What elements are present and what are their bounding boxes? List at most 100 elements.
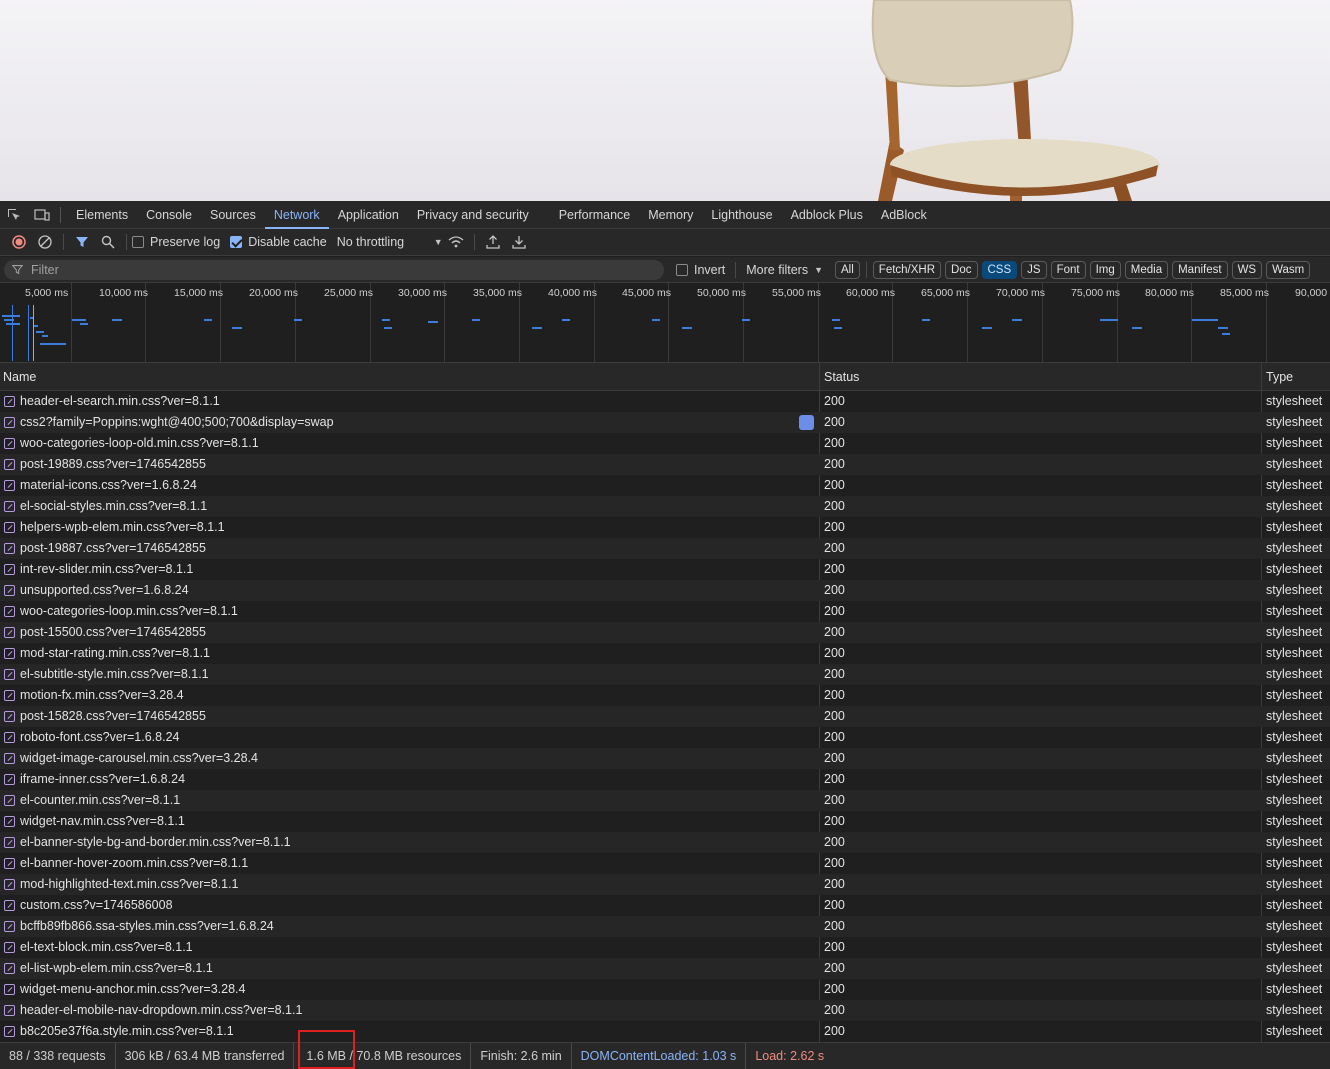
table-row[interactable]: b8c205e37f6a.style.min.css?ver=8.1.1 200 s… — [0, 1021, 1330, 1042]
tab-privacy-and-security[interactable]: Privacy and security — [408, 201, 538, 229]
request-name[interactable]: iframe-inner.css?ver=1.6.8.24 — [20, 769, 795, 790]
device-toolbar-icon[interactable] — [28, 201, 56, 229]
request-name[interactable]: post-15500.css?ver=1746542855 — [20, 622, 795, 643]
table-row[interactable]: header-el-mobile-nav-dropdown.min.css?ve… — [0, 1000, 1330, 1021]
table-row[interactable]: unsupported.css?ver=1.6.8.24 200 styleshee… — [0, 580, 1330, 601]
request-name[interactable]: header-el-search.min.css?ver=8.1.1 — [20, 391, 795, 412]
table-row[interactable]: woo-categories-loop-old.min.css?ver=8.1.… — [0, 433, 1330, 454]
column-header-name[interactable]: Name — [0, 363, 36, 391]
more-filters-dropdown[interactable]: More filters ▼ — [746, 263, 823, 277]
throttling-select[interactable]: No throttling ▼ — [337, 235, 443, 249]
request-name[interactable]: widget-menu-anchor.min.css?ver=3.28.4 — [20, 979, 795, 1000]
table-row[interactable]: post-15828.css?ver=1746542855 200 styleshe… — [0, 706, 1330, 727]
column-header-type[interactable]: Type — [1263, 363, 1293, 391]
request-name[interactable]: motion-fx.min.css?ver=3.28.4 — [20, 685, 795, 706]
table-row[interactable]: woo-categories-loop.min.css?ver=8.1.1 200… — [0, 601, 1330, 622]
request-name[interactable]: helpers-wpb-elem.min.css?ver=8.1.1 — [20, 517, 795, 538]
request-name[interactable]: woo-categories-loop.min.css?ver=8.1.1 — [20, 601, 795, 622]
tab-adblock-plus[interactable]: Adblock Plus — [782, 201, 872, 229]
filter-chip-media[interactable]: Media — [1124, 260, 1169, 279]
tab-adblock[interactable]: AdBlock — [872, 201, 936, 229]
import-har-icon[interactable] — [480, 229, 506, 255]
table-row[interactable]: el-social-styles.min.css?ver=8.1.1 200 sty… — [0, 496, 1330, 517]
disable-cache-checkbox[interactable]: Disable cache — [230, 235, 327, 249]
table-row[interactable]: post-15500.css?ver=1746542855 200 styleshe… — [0, 622, 1330, 643]
clear-icon[interactable] — [32, 229, 58, 255]
filter-chip-font[interactable]: Font — [1050, 260, 1086, 279]
tab-application[interactable]: Application — [329, 201, 408, 229]
table-row[interactable]: el-list-wpb-elem.min.css?ver=8.1.1 200 sty… — [0, 958, 1330, 979]
table-row[interactable]: el-banner-style-bg-and-border.min.css?ve… — [0, 832, 1330, 853]
tab-memory[interactable]: Memory — [639, 201, 702, 229]
disable-cache-box[interactable] — [230, 236, 243, 248]
tab-network[interactable]: Network — [264, 201, 329, 229]
request-name[interactable]: el-banner-hover-zoom.min.css?ver=8.1.1 — [20, 853, 795, 874]
table-row[interactable]: mod-highlighted-text.min.css?ver=8.1.1 20… — [0, 874, 1330, 895]
request-name[interactable]: widget-image-carousel.min.css?ver=3.28.4 — [20, 748, 795, 769]
tab-elements[interactable]: Elements — [67, 201, 137, 229]
request-name[interactable]: woo-categories-loop-old.min.css?ver=8.1.… — [20, 433, 795, 454]
invert-checkbox[interactable]: Invert — [676, 263, 725, 277]
search-icon[interactable] — [95, 229, 121, 255]
table-row[interactable]: material-icons.css?ver=1.6.8.24 200 styles… — [0, 475, 1330, 496]
request-name[interactable]: material-icons.css?ver=1.6.8.24 — [20, 475, 795, 496]
preserve-log-checkbox[interactable]: Preserve log — [132, 235, 220, 249]
filter-chip-all[interactable]: All — [835, 260, 860, 279]
table-row[interactable]: mod-star-rating.min.css?ver=8.1.1 200 styl… — [0, 643, 1330, 664]
filter-icon[interactable] — [69, 229, 95, 255]
network-overview-timeline[interactable]: 5,000 ms 10,000 ms 15,000 ms 20,000 ms 25,00… — [0, 283, 1330, 363]
table-row[interactable]: motion-fx.min.css?ver=3.28.4 200 styleshee… — [0, 685, 1330, 706]
request-name[interactable]: post-19889.css?ver=1746542855 — [20, 454, 795, 475]
request-name[interactable]: el-social-styles.min.css?ver=8.1.1 — [20, 496, 795, 517]
request-name[interactable]: header-el-mobile-nav-dropdown.min.css?ve… — [20, 1000, 795, 1021]
request-name[interactable]: int-rev-slider.min.css?ver=8.1.1 — [20, 559, 795, 580]
table-row[interactable]: int-rev-slider.min.css?ver=8.1.1 200 style… — [0, 559, 1330, 580]
request-name[interactable]: widget-nav.min.css?ver=8.1.1 — [20, 811, 795, 832]
request-name[interactable]: css2?family=Poppins:wght@400;500;700&dis… — [20, 412, 795, 433]
tab-performance[interactable]: Performance — [550, 201, 640, 229]
table-row[interactable]: iframe-inner.css?ver=1.6.8.24 200 styleshe… — [0, 769, 1330, 790]
request-name[interactable]: post-19887.css?ver=1746542855 — [20, 538, 795, 559]
request-name[interactable]: b8c205e37f6a.style.min.css?ver=8.1.1 — [20, 1021, 795, 1042]
override-icon[interactable] — [799, 415, 814, 430]
request-name[interactable]: mod-star-rating.min.css?ver=8.1.1 — [20, 643, 795, 664]
request-name[interactable]: el-subtitle-style.min.css?ver=8.1.1 — [20, 664, 795, 685]
table-row[interactable]: post-19887.css?ver=1746542855 200 styleshe… — [0, 538, 1330, 559]
filter-input[interactable]: Filter — [4, 259, 664, 280]
request-name[interactable]: el-banner-style-bg-and-border.min.css?ve… — [20, 832, 795, 853]
table-row[interactable]: el-text-block.min.css?ver=8.1.1 200 styles… — [0, 937, 1330, 958]
filter-chip-doc[interactable]: Doc — [945, 260, 978, 279]
request-name[interactable]: el-text-block.min.css?ver=8.1.1 — [20, 937, 795, 958]
filter-chip-ws[interactable]: WS — [1231, 260, 1263, 279]
network-conditions-icon[interactable] — [443, 229, 469, 255]
request-name[interactable]: unsupported.css?ver=1.6.8.24 — [20, 580, 795, 601]
table-row[interactable]: helpers-wpb-elem.min.css?ver=8.1.1 200 sty… — [0, 517, 1330, 538]
table-row[interactable]: roboto-font.css?ver=1.6.8.24 200 styleshee… — [0, 727, 1330, 748]
table-row[interactable]: custom.css?v=1746586008 200 stylesheet — [0, 895, 1330, 916]
tab-sources[interactable]: Sources — [201, 201, 265, 229]
request-name[interactable]: custom.css?v=1746586008 — [20, 895, 795, 916]
table-row[interactable]: widget-nav.min.css?ver=8.1.1 200 styleshee… — [0, 811, 1330, 832]
preserve-log-box[interactable] — [132, 236, 144, 248]
filter-chip-wasm[interactable]: Wasm — [1266, 260, 1311, 279]
table-row[interactable]: widget-image-carousel.min.css?ver=3.28.4… — [0, 748, 1330, 769]
filter-chip-js[interactable]: JS — [1021, 260, 1047, 279]
export-har-icon[interactable] — [506, 229, 532, 255]
request-name[interactable]: bcffb89fb866.ssa-styles.min.css?ver=1.6.… — [20, 916, 795, 937]
request-name[interactable]: el-list-wpb-elem.min.css?ver=8.1.1 — [20, 958, 795, 979]
filter-chip-fetch-xhr[interactable]: Fetch/XHR — [872, 260, 942, 279]
tab-lighthouse[interactable]: Lighthouse — [702, 201, 781, 229]
table-row[interactable]: el-banner-hover-zoom.min.css?ver=8.1.1 20… — [0, 853, 1330, 874]
table-row[interactable]: widget-menu-anchor.min.css?ver=3.28.4 200… — [0, 979, 1330, 1000]
table-row[interactable]: post-19889.css?ver=1746542855 200 styleshe… — [0, 454, 1330, 475]
request-name[interactable]: el-counter.min.css?ver=8.1.1 — [20, 790, 795, 811]
inspect-element-icon[interactable] — [0, 201, 28, 229]
filter-chip-css[interactable]: CSS — [981, 260, 1018, 279]
table-row[interactable]: bcffb89fb866.ssa-styles.min.css?ver=1.6.… — [0, 916, 1330, 937]
table-row[interactable]: el-counter.min.css?ver=8.1.1 200 styleshee… — [0, 790, 1330, 811]
invert-box[interactable] — [676, 263, 688, 276]
record-icon[interactable] — [6, 229, 32, 255]
request-name[interactable]: mod-highlighted-text.min.css?ver=8.1.1 — [20, 874, 795, 895]
table-row[interactable]: el-subtitle-style.min.css?ver=8.1.1 200 st… — [0, 664, 1330, 685]
column-header-status[interactable]: Status — [821, 363, 859, 391]
